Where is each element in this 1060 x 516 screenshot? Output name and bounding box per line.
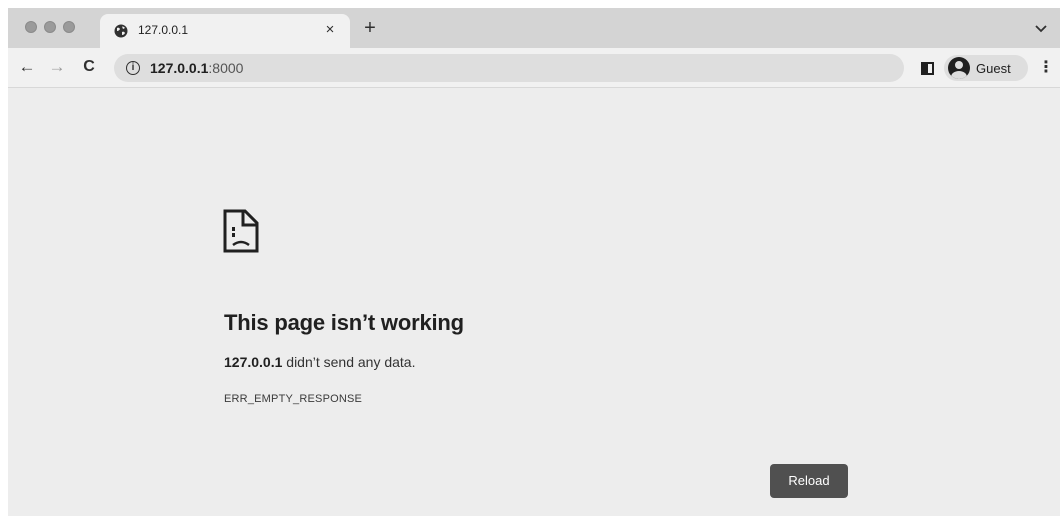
- back-button[interactable]: ←: [16, 56, 38, 78]
- reload-button[interactable]: Reload: [770, 464, 848, 498]
- tab-strip: 127.0.0.1 × +: [8, 8, 1060, 48]
- avatar-icon: [948, 57, 970, 79]
- sad-page-icon: [223, 209, 259, 253]
- error-title: This page isn’t working: [224, 310, 464, 335]
- profile-label: Guest: [976, 61, 1011, 76]
- tab-active[interactable]: 127.0.0.1 ×: [100, 14, 350, 48]
- toolbar: ← → C i 127.0.0.1:8000 Guest ⋮: [8, 48, 1060, 88]
- site-info-icon[interactable]: i: [126, 61, 140, 75]
- tab-title: 127.0.0.1: [138, 23, 189, 37]
- globe-icon: [114, 24, 128, 38]
- error-description: 127.0.0.1 didn’t send any data.: [224, 354, 416, 370]
- tab-search-chevron-icon[interactable]: [1032, 20, 1050, 36]
- close-window-button[interactable]: [25, 21, 37, 33]
- address-bar[interactable]: i 127.0.0.1:8000: [114, 54, 904, 82]
- tab-close-button[interactable]: ×: [320, 20, 340, 40]
- browser-window: 127.0.0.1 × + ← → C i 127.0.0.1:8000 Gue…: [8, 8, 1060, 516]
- url-host: 127.0.0.1: [150, 60, 209, 76]
- zoom-window-button[interactable]: [63, 21, 75, 33]
- url-text[interactable]: 127.0.0.1:8000: [150, 60, 243, 76]
- profile-button[interactable]: Guest: [944, 55, 1028, 81]
- error-page: This page isn’t working 127.0.0.1 didn’t…: [8, 89, 1060, 516]
- forward-button[interactable]: →: [46, 56, 68, 78]
- url-port: :8000: [208, 60, 244, 76]
- reload-page-button[interactable]: C: [78, 56, 100, 78]
- new-tab-button[interactable]: +: [358, 17, 382, 39]
- menu-kebab-icon[interactable]: ⋮: [1038, 58, 1054, 78]
- error-host: 127.0.0.1: [224, 354, 283, 370]
- error-code: ERR_EMPTY_RESPONSE: [224, 393, 363, 405]
- minimize-window-button[interactable]: [44, 21, 56, 33]
- side-panel-icon[interactable]: [921, 62, 934, 75]
- error-message: didn’t send any data.: [282, 354, 416, 370]
